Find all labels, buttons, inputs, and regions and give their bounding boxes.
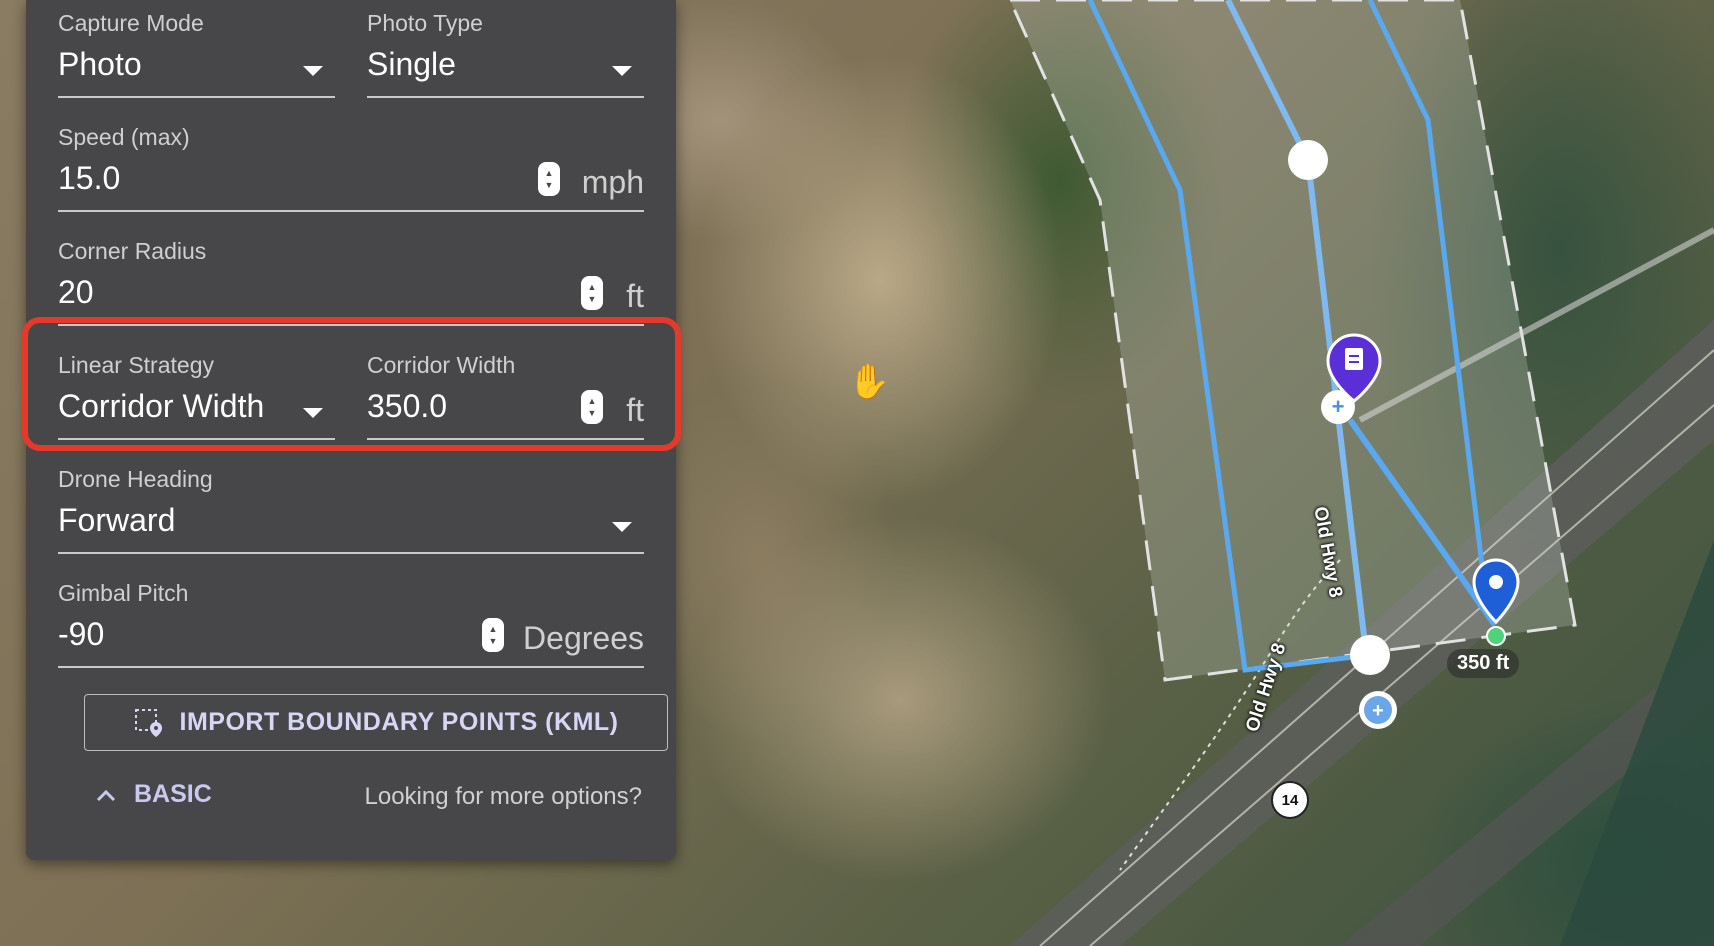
gimbal-pitch-label: Gimbal Pitch	[58, 580, 189, 606]
photo-type-value: Single	[367, 46, 456, 82]
corner-radius-input[interactable]: 20	[58, 274, 94, 311]
photo-type-select[interactable]: Photo Type Single	[367, 10, 644, 98]
speed-unit: mph	[581, 164, 644, 200]
gimbal-pitch-field[interactable]: Gimbal Pitch -90 ▲ ▼ Degrees	[58, 580, 644, 668]
more-options-link[interactable]: Looking for more options?	[365, 783, 643, 811]
boundary-pin-icon	[134, 708, 162, 737]
gimbal-pitch-stepper[interactable]: ▲ ▼	[482, 618, 504, 652]
corner-radius-label: Corner Radius	[58, 238, 207, 264]
vertex-handle	[1350, 635, 1390, 675]
vertex-handle	[1288, 140, 1328, 180]
capture-mode-select[interactable]: Capture Mode Photo	[58, 10, 335, 98]
speed-stepper[interactable]: ▲ ▼	[538, 162, 560, 196]
distance-label: 350 ft	[1447, 649, 1520, 678]
hand-cursor-icon: ✋	[848, 363, 891, 401]
import-boundary-button[interactable]: IMPORT BOUNDARY POINTS (KML)	[84, 694, 668, 751]
highlight-annotation	[22, 317, 681, 451]
chevron-down-icon	[612, 66, 632, 76]
basic-toggle[interactable]: BASIC	[96, 780, 212, 809]
chevron-down-icon	[303, 66, 323, 76]
import-button-label: IMPORT BOUNDARY POINTS (KML)	[179, 708, 619, 736]
speed-input[interactable]: 15.0	[58, 160, 120, 197]
speed-label: Speed (max)	[58, 124, 190, 150]
gimbal-pitch-unit: Degrees	[523, 620, 644, 656]
corner-radius-unit: ft	[626, 278, 644, 314]
chevron-up-icon	[96, 789, 116, 801]
svg-text:+: +	[1332, 394, 1345, 419]
drone-heading-select[interactable]: Drone Heading Forward	[58, 466, 644, 554]
basic-toggle-label: BASIC	[134, 780, 212, 808]
capture-mode-value: Photo	[58, 46, 142, 82]
route-shield: 14	[1271, 781, 1309, 819]
drone-heading-label: Drone Heading	[58, 466, 213, 492]
svg-text:+: +	[1372, 700, 1384, 722]
drone-heading-value: Forward	[58, 502, 176, 538]
photo-type-label: Photo Type	[367, 10, 483, 36]
corner-radius-stepper[interactable]: ▲ ▼	[581, 276, 603, 310]
gimbal-pitch-input[interactable]: -90	[58, 616, 104, 653]
speed-field[interactable]: Speed (max) 15.0 ▲ ▼ mph	[58, 124, 644, 212]
capture-mode-label: Capture Mode	[58, 10, 204, 36]
start-point-icon	[1486, 626, 1506, 646]
river-area	[1560, 540, 1714, 946]
corner-radius-field[interactable]: Corner Radius 20 ▲ ▼ ft	[58, 238, 644, 326]
chevron-down-icon	[612, 522, 632, 532]
